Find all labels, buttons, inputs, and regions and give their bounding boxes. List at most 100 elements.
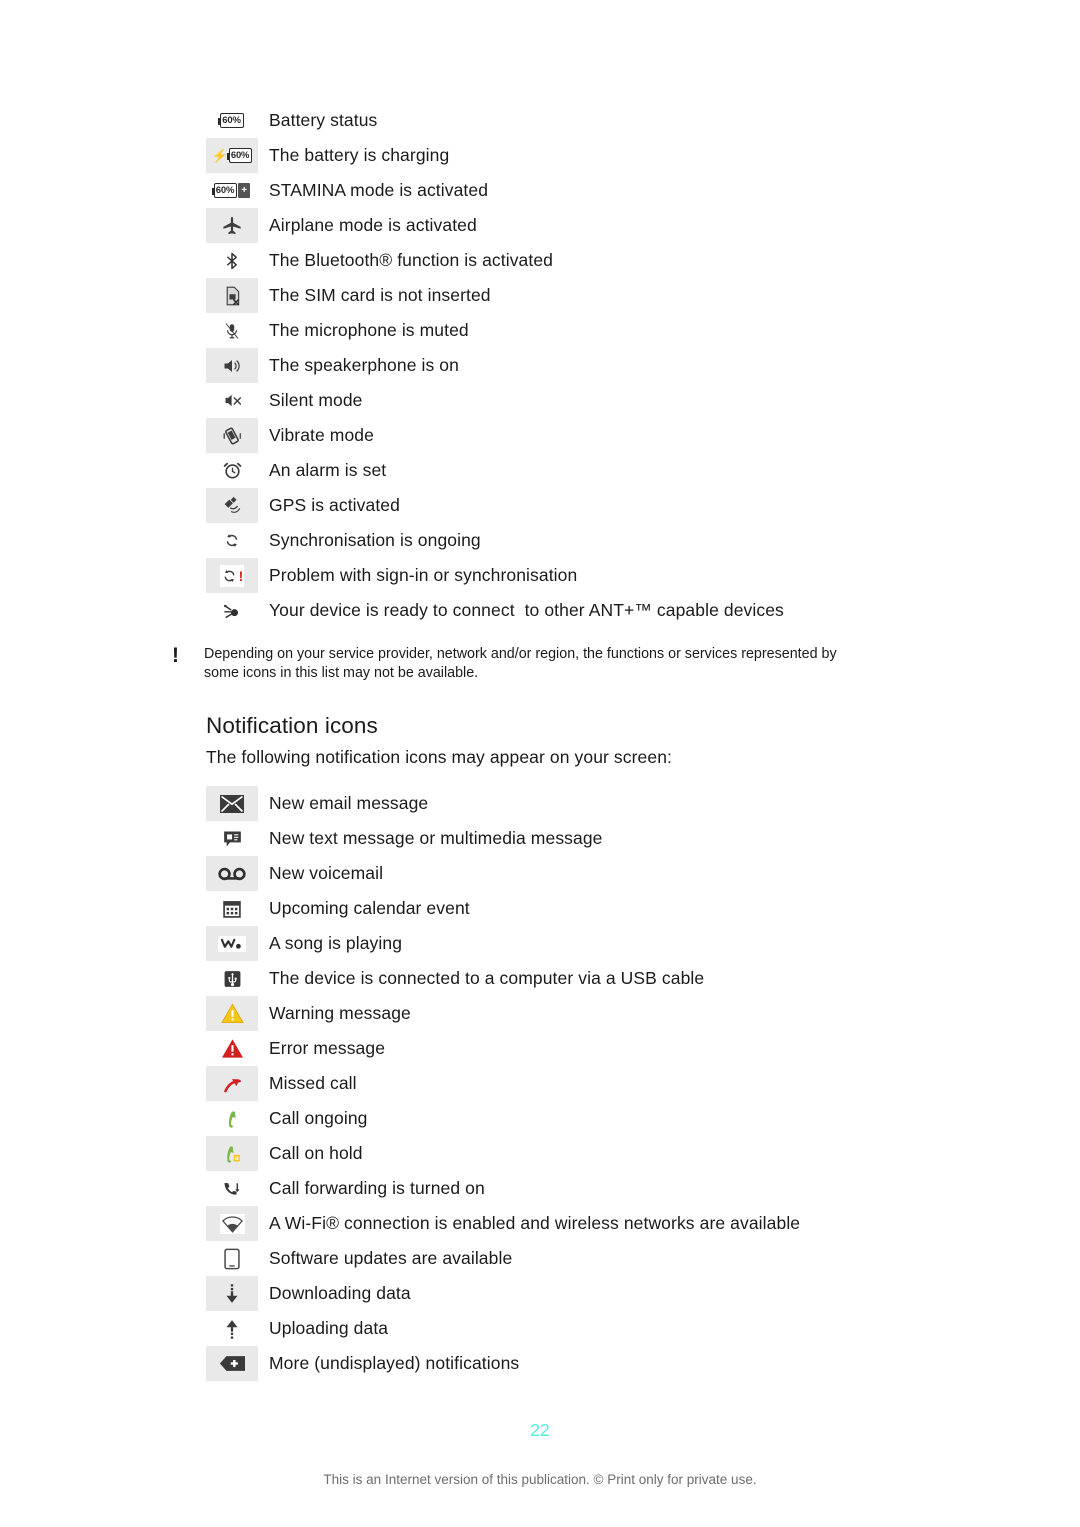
table-row: An alarm is set (206, 453, 1006, 488)
table-row: Vibrate mode (206, 418, 1006, 453)
row-label: The Bluetooth® function is activated (269, 250, 554, 270)
sync-problem-icon: ! (206, 558, 258, 593)
exclamation-icon: ! (172, 644, 179, 667)
row-label: Vibrate mode (269, 425, 374, 445)
row-label: New voicemail (269, 863, 384, 883)
footer-note: This is an Internet version of this publ… (323, 1472, 757, 1487)
table-row: 60% Battery status (206, 103, 1006, 138)
warning-icon (206, 996, 258, 1031)
software-update-icon (206, 1241, 258, 1276)
battery-percent-label: 60% (215, 184, 235, 196)
row-label: Call ongoing (269, 1108, 368, 1128)
call-ongoing-icon (206, 1101, 258, 1136)
table-row: Software updates are available (206, 1241, 1006, 1276)
wifi-icon (206, 1206, 258, 1241)
table-row: Your device is ready to connect to other… (206, 593, 1006, 628)
calendar-event-icon (206, 891, 258, 926)
row-label: An alarm is set (269, 460, 387, 480)
table-row: ! Problem with sign-in or synchronisatio… (206, 558, 1006, 593)
bolt-glyph: ⚡ (211, 148, 228, 163)
new-text-message-icon (206, 821, 258, 856)
battery-percent-label: 60% (222, 114, 241, 126)
music-playing-icon (206, 926, 258, 961)
note-text: Depending on your service provider, netw… (204, 646, 837, 681)
speakerphone-icon (206, 348, 258, 383)
row-label: Problem with sign-in or synchronisation (269, 565, 578, 585)
stamina-mode-icon: 60% + (206, 173, 258, 208)
table-row: A song is playing (206, 926, 1006, 961)
table-row: GPS is activated (206, 488, 1006, 523)
table-row: Error message (206, 1031, 1006, 1066)
document-page: 60% Battery status ⚡ 60% The battery is … (0, 0, 1080, 1527)
row-label: New email message (269, 793, 429, 813)
missed-call-icon (206, 1066, 258, 1101)
row-label: Uploading data (269, 1318, 389, 1338)
row-label: Call on hold (269, 1143, 363, 1163)
row-label: GPS is activated (269, 495, 400, 515)
table-row: Missed call (206, 1066, 1006, 1101)
row-label: Airplane mode is activated (269, 215, 477, 235)
airplane-mode-icon (206, 208, 258, 243)
exclamation-glyph: ! (238, 567, 244, 584)
row-label: New text message or multimedia message (269, 828, 603, 848)
section-intro-text: The following notification icons may app… (206, 747, 673, 767)
row-label: Missed call (269, 1073, 357, 1093)
row-label: Synchronisation is ongoing (269, 530, 481, 550)
row-label: STAMINA mode is activated (269, 180, 489, 200)
table-row: The speakerphone is on (206, 348, 1006, 383)
bluetooth-icon (206, 243, 258, 278)
row-label: Error message (269, 1038, 386, 1058)
battery-status-icon: 60% (206, 103, 258, 138)
uploading-icon (206, 1311, 258, 1346)
table-row: Synchronisation is ongoing (206, 523, 1006, 558)
row-label: More (undisplayed) notifications (269, 1353, 520, 1373)
more-notifications-icon (206, 1346, 258, 1381)
table-row: Upcoming calendar event (206, 891, 1006, 926)
row-label: Warning message (269, 1003, 411, 1023)
row-label: The device is connected to a computer vi… (269, 968, 705, 988)
table-row: Downloading data (206, 1276, 1006, 1311)
error-icon (206, 1031, 258, 1066)
page-number: 22 (530, 1420, 550, 1440)
row-label: The microphone is muted (269, 320, 469, 340)
table-row: The Bluetooth® function is activated (206, 243, 1006, 278)
table-row: Call forwarding is turned on (206, 1171, 1006, 1206)
new-email-icon (206, 786, 258, 821)
row-label: Silent mode (269, 390, 363, 410)
table-row: Warning message (206, 996, 1006, 1031)
row-label: A song is playing (269, 933, 403, 953)
sim-card-missing-icon (206, 278, 258, 313)
sync-icon (206, 523, 258, 558)
usb-connected-icon (206, 961, 258, 996)
stamina-plus-glyph: + (238, 183, 251, 198)
row-label: Upcoming calendar event (269, 898, 470, 918)
row-label: The battery is charging (269, 145, 450, 165)
microphone-muted-icon (206, 313, 258, 348)
table-row: Call ongoing (206, 1101, 1006, 1136)
battery-charging-icon: ⚡ 60% (206, 138, 258, 173)
silent-mode-icon (206, 383, 258, 418)
table-row: New voicemail (206, 856, 1006, 891)
table-row: New text message or multimedia message (206, 821, 1006, 856)
row-label: Call forwarding is turned on (269, 1178, 485, 1198)
table-row: The device is connected to a computer vi… (206, 961, 1006, 996)
gps-icon (206, 488, 258, 523)
new-voicemail-icon (206, 856, 258, 891)
table-row: Call on hold (206, 1136, 1006, 1171)
status-icons-table: 60% Battery status ⚡ 60% The battery is … (206, 103, 1006, 628)
row-label: A Wi-Fi® connection is enabled and wirel… (269, 1213, 801, 1233)
ant-plus-icon (206, 593, 258, 628)
alarm-icon (206, 453, 258, 488)
vibrate-mode-icon (206, 418, 258, 453)
row-label: Software updates are available (269, 1248, 513, 1268)
table-row: The SIM card is not inserted (206, 278, 1006, 313)
table-row: 60% + STAMINA mode is activated (206, 173, 1006, 208)
notification-icons-table: New email message New text message or mu… (206, 786, 1006, 1381)
table-row: Silent mode (206, 383, 1006, 418)
row-label: The speakerphone is on (269, 355, 459, 375)
downloading-icon (206, 1276, 258, 1311)
row-label: The SIM card is not inserted (269, 285, 491, 305)
table-row: A Wi-Fi® connection is enabled and wirel… (206, 1206, 1006, 1241)
row-label: Your device is ready to connect to other… (269, 600, 784, 620)
table-row: Airplane mode is activated (206, 208, 1006, 243)
